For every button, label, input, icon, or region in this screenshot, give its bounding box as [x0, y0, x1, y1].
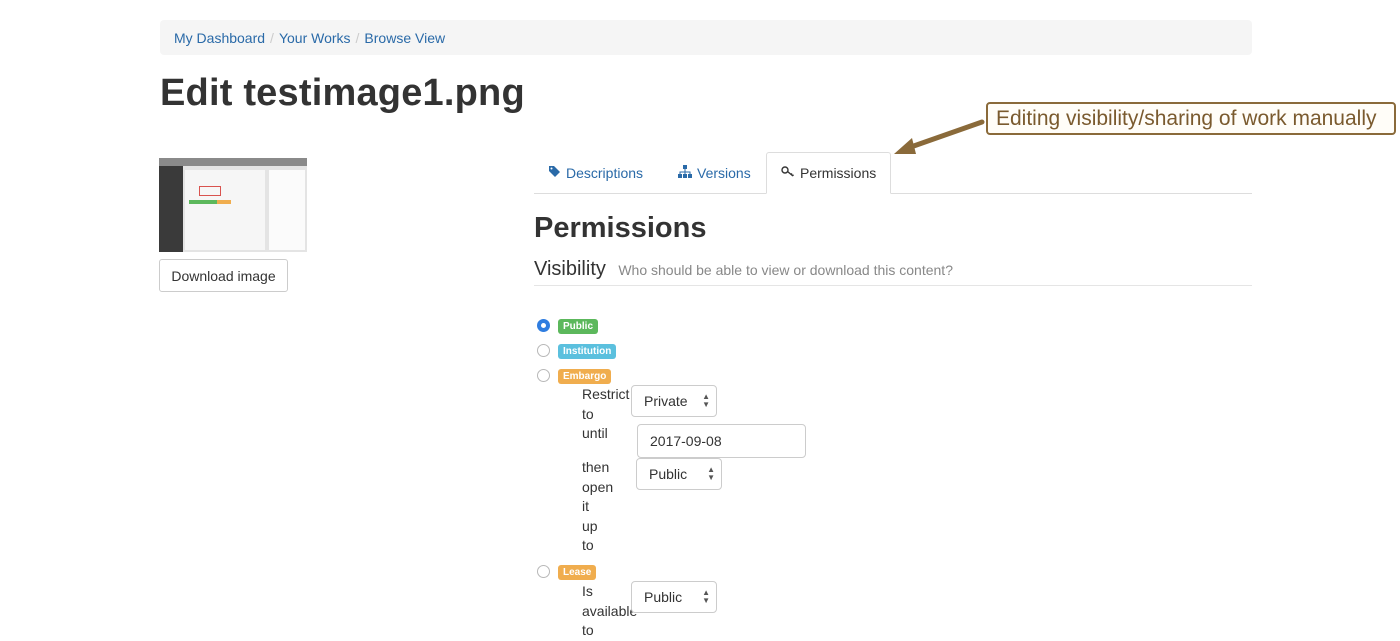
visibility-lease-radio[interactable] — [537, 565, 550, 578]
breadcrumb-separator: / — [270, 29, 274, 46]
embargo-date-input[interactable]: 2017-09-08 — [637, 424, 806, 458]
permissions-title: Permissions — [534, 212, 707, 244]
work-thumbnail[interactable] — [159, 158, 307, 252]
visibility-hint: Who should be able to view or download t… — [618, 262, 953, 278]
embargo-restriction-select[interactable]: Private ▲ ▼ — [631, 385, 717, 417]
institution-badge: Institution — [558, 344, 617, 359]
select-arrows-icon: ▲ ▼ — [702, 392, 710, 409]
embargo-restrict-label: Restrict to until — [582, 386, 630, 441]
tag-icon — [548, 165, 561, 181]
annotation-arrow-icon — [894, 119, 985, 154]
tab-label: Permissions — [800, 165, 877, 181]
visibility-heading: Visibility Who should be able to view or… — [534, 258, 1252, 286]
embargo-release-select[interactable]: Public ▲ ▼ — [636, 458, 722, 490]
visibility-institution-radio[interactable] — [537, 344, 550, 357]
tab-permissions[interactable]: Permissions — [766, 152, 892, 194]
visibility-label: Visibility — [534, 258, 606, 280]
embargo-badge: Embargo — [558, 369, 612, 384]
breadcrumb-dashboard-link[interactable]: My Dashboard — [174, 30, 265, 46]
breadcrumb: My Dashboard / Your Works / Browse View — [160, 20, 1252, 55]
key-icon — [781, 165, 795, 181]
lease-select[interactable]: Public ▲ ▼ — [631, 581, 717, 613]
breadcrumb-browse-view-link[interactable]: Browse View — [364, 30, 445, 46]
breadcrumb-separator: / — [355, 29, 360, 46]
download-image-button[interactable]: Download image — [159, 259, 288, 292]
sitemap-icon — [678, 165, 692, 181]
annotation-callout: Editing visibility/sharing of work manua… — [986, 102, 1396, 135]
tab-versions[interactable]: Versions — [664, 152, 765, 194]
visibility-embargo-radio[interactable] — [537, 369, 550, 382]
public-badge: Public — [558, 319, 599, 334]
lease-badge: Lease — [558, 565, 597, 580]
visibility-public-radio[interactable] — [537, 319, 550, 332]
tab-label: Descriptions — [566, 165, 644, 181]
breadcrumb-your-works-link[interactable]: Your Works — [279, 30, 351, 46]
tab-label: Versions — [697, 165, 751, 181]
select-arrows-icon: ▲ ▼ — [702, 588, 710, 605]
select-arrows-icon: ▲ ▼ — [707, 465, 715, 482]
lease-available-label: Is available to — [582, 583, 638, 638]
embargo-then-open-label: then open it up to — [582, 459, 614, 553]
tab-descriptions[interactable]: Descriptions — [534, 152, 657, 194]
page-title: Edit testimage1.png — [160, 72, 525, 114]
